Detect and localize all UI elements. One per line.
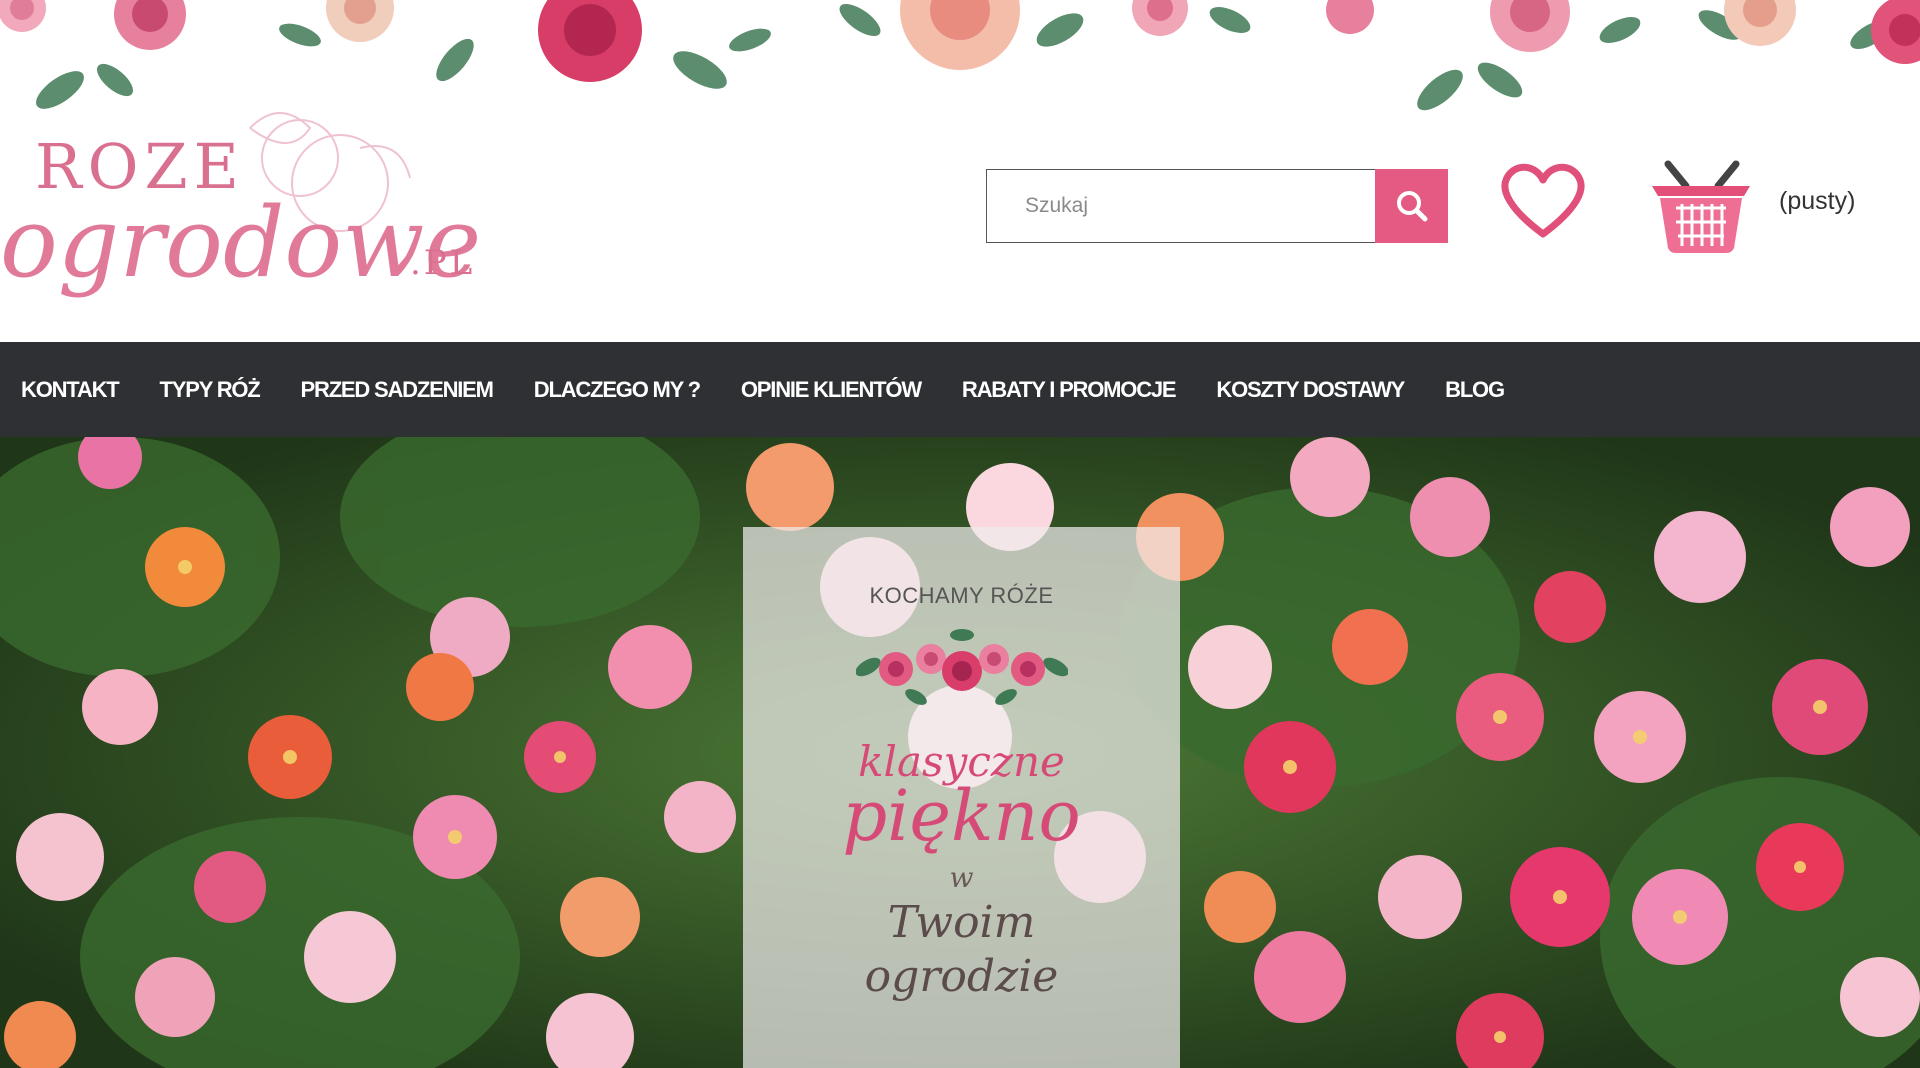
heart-icon[interactable] [1498, 160, 1588, 242]
cart-status[interactable]: (pusty) [1779, 187, 1855, 216]
hero-headline-line3: w [949, 861, 974, 894]
search-input[interactable] [986, 169, 1375, 243]
hero-overlay-panel: KOCHAMY RÓŻE klasyczne piękno w Twoim og… [743, 527, 1180, 1068]
hero-headline-line4: Twoim [887, 897, 1036, 948]
nav-item-rabaty-i-promocje[interactable]: RABATY I PROMOCJE [962, 377, 1177, 403]
nav-item-przed-sadzeniem[interactable]: PRZED SADZENIEM [301, 377, 494, 403]
hero-tagline: KOCHAMY RÓŻE [869, 583, 1054, 608]
site-logo[interactable]: ROZE ogrodowe .PL [0, 88, 500, 328]
svg-text:.PL: .PL [410, 243, 475, 283]
basket-icon[interactable] [1646, 156, 1756, 256]
nav-item-blog[interactable]: BLOG [1445, 377, 1505, 403]
nav-item-koszty-dostawy[interactable]: KOSZTY DOSTAWY [1216, 377, 1405, 403]
hero-banner[interactable]: KOCHAMY RÓŻE klasyczne piękno w Twoim og… [0, 437, 1920, 1068]
site-header: ROZE ogrodowe .PL ( [0, 0, 1920, 342]
rose-ornament-icon [856, 629, 1068, 705]
hero-headline-line5: ogrodzie [864, 951, 1059, 1002]
search-form [986, 169, 1448, 243]
search-icon [1396, 191, 1427, 222]
nav-item-opinie-klientow[interactable]: OPINIE KLIENTÓW [741, 377, 922, 403]
search-button[interactable] [1375, 169, 1448, 243]
main-navigation: KONTAKT TYPY RÓŻ PRZED SADZENIEM DLACZEG… [0, 342, 1920, 437]
svg-text:ogrodowe: ogrodowe [0, 187, 481, 299]
nav-item-dlaczego-my[interactable]: DLACZEGO MY ? [534, 377, 701, 403]
hero-headline-line2: piękno [842, 775, 1081, 857]
nav-item-typy-roz[interactable]: TYPY RÓŻ [160, 377, 261, 403]
nav-item-kontakt[interactable]: KONTAKT [21, 377, 120, 403]
